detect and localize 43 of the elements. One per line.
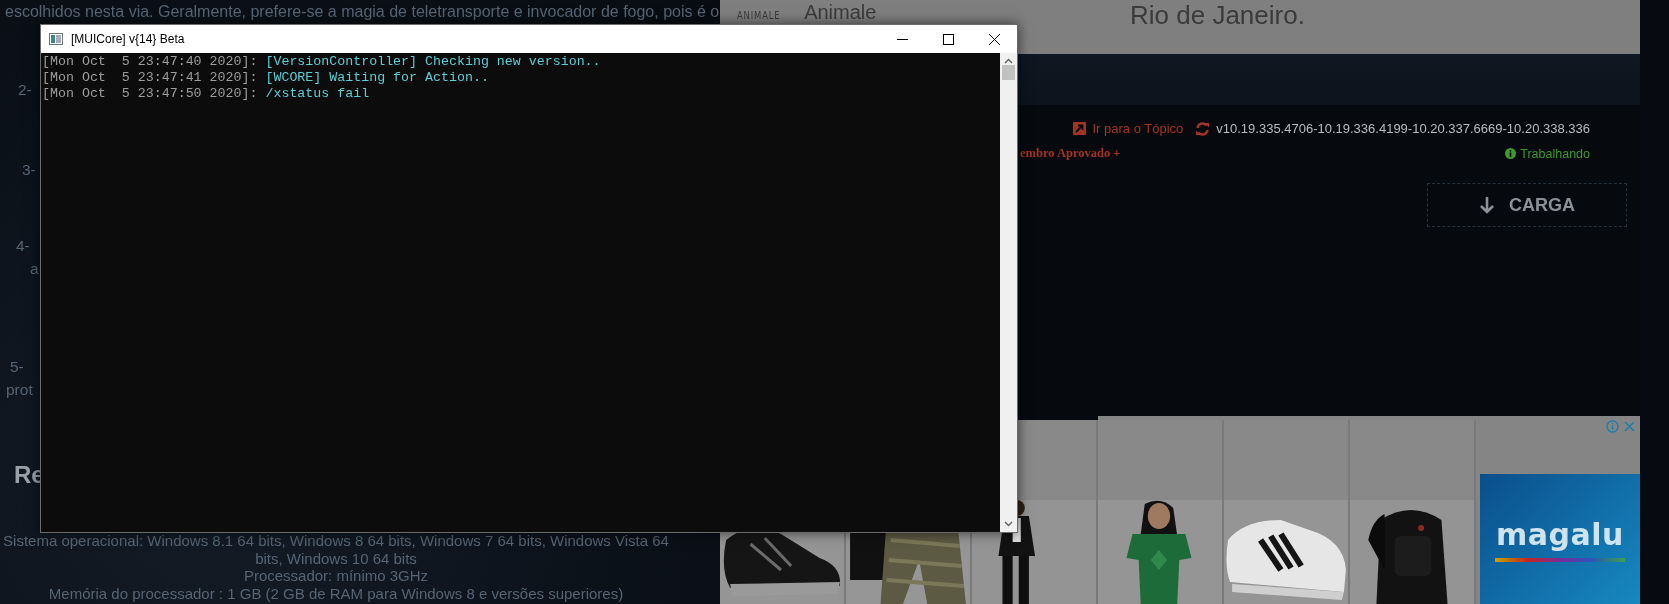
requirement-text: Sistema operacional: Windows 8.1 64 bits, Windows 8 64 bits, Windows 7 64 bits, Windows Vista 64 bits, Windows 10 64 bits — [2, 532, 670, 567]
paragraph-text: prot — [6, 381, 33, 399]
requirement-text: Processador: mínimo 3GHz — [242, 567, 430, 585]
scrollbar[interactable] — [1000, 53, 1017, 532]
up-caret-icon[interactable] — [1004, 58, 1013, 64]
download-button[interactable]: CARGA — [1427, 183, 1627, 228]
close-icon[interactable] — [1623, 420, 1636, 433]
log-message: [WCORE] Waiting for Action.. — [265, 70, 489, 86]
scroll-thumb[interactable] — [1002, 65, 1015, 80]
brand-logo[interactable]: ANIMALE — [737, 9, 781, 22]
down-arrow-icon — [1479, 196, 1495, 215]
paragraph-text: 3- — [22, 161, 36, 179]
requirement-text: Memória do processador : 1 GB (2 GB de RAM para Windows 8 e versões superiores) — [47, 584, 625, 602]
paragraph-text: 4- — [16, 237, 30, 255]
banner-text: Rio de Janeiro. — [1130, 0, 1305, 30]
topic-link[interactable]: Ir para o Tópico — [1073, 121, 1184, 137]
paragraph-text: escolhidos nesta via. Geralmente, prefere-se a magia de teletransporte e invocador de fogo, pois é o — [5, 3, 720, 21]
window-title: [MUICore] v{14} Beta — [71, 32, 186, 46]
refresh-icon[interactable] — [1195, 121, 1211, 136]
info-icon — [1505, 148, 1517, 160]
version-text: v10.19.335.4706-10.19.336.4199-10.20.337.6669-10.20.338.336 — [1216, 121, 1590, 137]
paragraph-text: a — [30, 260, 39, 278]
paragraph-text: 5- — [10, 358, 24, 376]
console-icon — [49, 33, 63, 45]
paragraph-text: 2- — [18, 81, 32, 99]
info-icon[interactable] — [1606, 420, 1619, 433]
log-timestamp: [Mon Oct 5 23:47:50 2020]: — [42, 86, 259, 102]
log-message: [VersionController] Checking new version.. — [265, 54, 601, 70]
status-label: Trabalhando — [1505, 146, 1590, 161]
brand-name[interactable]: Animale — [804, 1, 877, 23]
brand-banner[interactable]: magalu — [1480, 474, 1640, 604]
external-link-icon — [1073, 122, 1087, 136]
brand-logo: magalu — [1496, 516, 1624, 552]
close-icon — [988, 33, 1000, 45]
console-window[interactable]: [MUICore] v{14} Beta [Mon Oct 5 23:47:40 2020]: [VersionController] Checking new version.. [Mon Oct 5 23:47:41 2020]: [WCORE] Waiting for Action.. [Mon Oct 5 23:47:50 2020]: /xstatus fail — [40, 24, 1018, 533]
log-timestamp: [Mon Oct 5 23:47:40 2020]: — [42, 54, 259, 70]
log-message: /xstatus fail — [265, 86, 370, 102]
maximize-icon — [942, 33, 954, 45]
banner[interactable]: Rio de Janeiro. — [1018, 0, 1640, 54]
ad-banner[interactable]: magalu — [1098, 416, 1640, 604]
banner[interactable]: ANIMALE Animale — [720, 0, 1018, 24]
member-label: embro Aprovado + — [1020, 146, 1121, 162]
log-timestamp: [Mon Oct 5 23:47:41 2020]: — [42, 70, 259, 86]
